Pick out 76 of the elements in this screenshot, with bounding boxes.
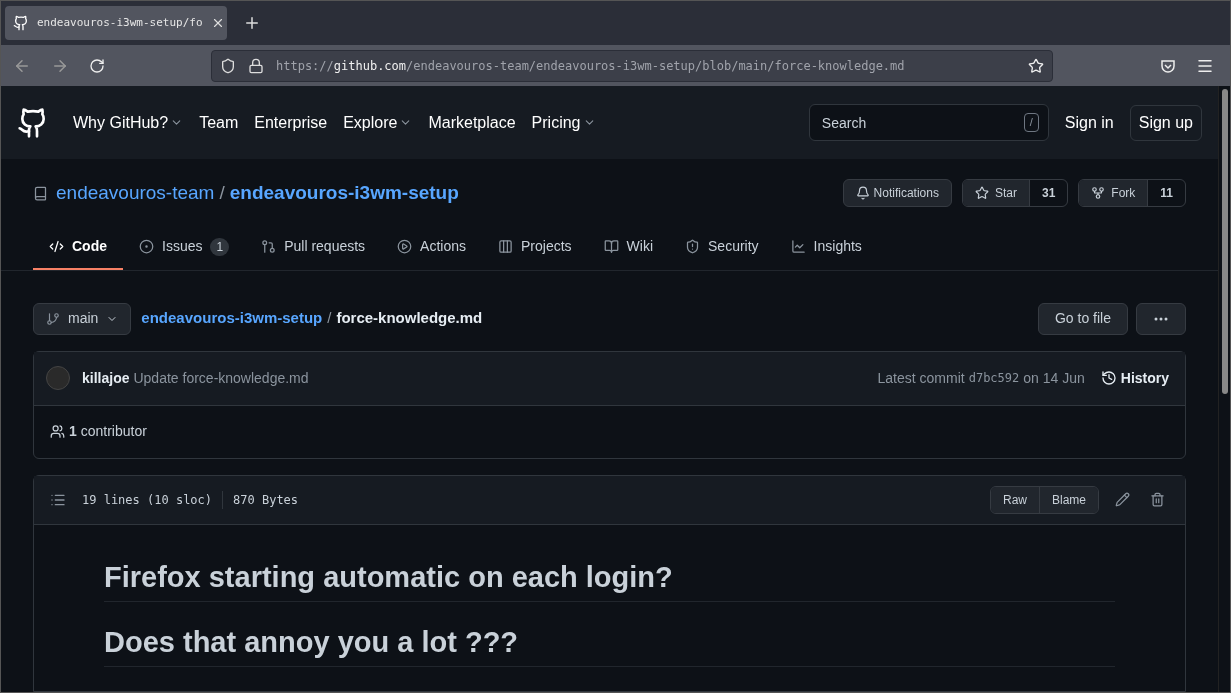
nav-link[interactable]: Enterprise <box>254 110 328 135</box>
latest-commit-label: Latest commit <box>877 368 965 388</box>
file-size: 870 Bytes <box>233 491 299 509</box>
more-icon <box>1154 316 1168 321</box>
branch-icon <box>46 311 60 326</box>
nav-link[interactable]: Explore <box>343 110 413 135</box>
github-icon <box>13 15 29 31</box>
nav-link[interactable]: Team <box>199 110 239 135</box>
raw-button[interactable]: Raw <box>990 486 1039 513</box>
people-icon <box>50 424 65 439</box>
code-icon <box>49 239 64 254</box>
author-link[interactable]: killajoe <box>82 367 130 389</box>
commit-date: on 14 Jun <box>1023 368 1085 388</box>
fork-icon <box>1091 186 1106 201</box>
file-name: force-knowledge.md <box>336 308 483 329</box>
repo-tab[interactable]: Projects <box>482 225 588 270</box>
columns-icon <box>498 239 513 254</box>
path-separator: / <box>219 181 225 205</box>
delete-icon[interactable] <box>1150 492 1165 507</box>
bookmark-star-icon[interactable] <box>1028 57 1044 74</box>
count-badge: 1 <box>210 237 230 256</box>
commit-message[interactable]: Update force-knowledge.md <box>133 367 309 389</box>
fork-button[interactable]: Fork <box>1079 180 1148 207</box>
notifications-button[interactable]: Notifications <box>842 179 952 208</box>
pull-request-icon <box>261 239 277 254</box>
star-button[interactable]: Star <box>962 180 1029 207</box>
shield-icon[interactable] <box>220 57 236 74</box>
nav-link[interactable]: Pricing <box>531 110 596 135</box>
play-icon <box>397 239 413 254</box>
star-count[interactable]: 31 <box>1028 180 1068 207</box>
address-bar[interactable]: https://github.com/endeavouros-team/endeavouros-i3wm-setup/blob/main/force-knowledge.md <box>211 49 1053 82</box>
fork-count[interactable]: 11 <box>1147 180 1185 207</box>
repo-icon <box>33 185 48 201</box>
new-tab-icon[interactable] <box>243 14 261 32</box>
repo-tab[interactable]: Actions <box>381 225 482 270</box>
more-button[interactable] <box>1136 302 1186 335</box>
sign-up-button[interactable]: Sign up <box>1129 104 1202 141</box>
keyboard-shortcut: / <box>1023 113 1039 132</box>
commit-sha-link[interactable]: d7bc592 <box>968 369 1020 387</box>
tab-title: endeavouros-i3wm-setup/fo <box>37 14 203 31</box>
repo-tab[interactable]: Pull requests <box>245 225 382 270</box>
repo-tab[interactable]: Wiki <box>587 225 670 270</box>
reload-icon[interactable] <box>89 57 105 74</box>
repo-tab[interactable]: Security <box>669 225 775 270</box>
markdown-heading: Firefox starting automatic on each login? <box>104 558 1115 602</box>
pocket-icon[interactable] <box>1160 57 1176 74</box>
book-icon <box>603 239 619 254</box>
circle-dot-icon <box>139 239 154 254</box>
nav-link[interactable]: Marketplace <box>428 110 516 135</box>
history-link[interactable]: History <box>1100 367 1169 389</box>
contributors-link[interactable]: 1 contributor <box>69 421 147 442</box>
blame-button[interactable]: Blame <box>1039 486 1098 513</box>
url-text: https://github.com/endeavouros-team/endeavouros-i3wm-setup/blob/main/force-knowledge.md <box>276 57 906 75</box>
graph-icon <box>790 239 806 254</box>
repo-tab[interactable]: Code <box>33 225 123 270</box>
go-to-file-button[interactable]: Go to file <box>1037 302 1128 335</box>
star-icon <box>974 186 989 201</box>
bell-icon <box>855 186 870 201</box>
repo-tab[interactable]: Insights <box>774 225 878 270</box>
repo-tab[interactable]: Issues 1 <box>123 225 246 270</box>
browser-tab[interactable]: endeavouros-i3wm-setup/fo <box>5 6 227 40</box>
line-count: 19 lines (10 sloc) <box>82 490 224 509</box>
sign-in-link[interactable]: Sign in <box>1064 110 1114 135</box>
markdown-heading: Does that annoy you a lot ??? <box>104 623 1115 667</box>
nav-link[interactable]: Why GitHub? <box>73 110 184 135</box>
lock-icon[interactable] <box>248 57 264 74</box>
owner-link[interactable]: endeavouros-team <box>56 179 215 208</box>
repo-name-link[interactable]: endeavouros-i3wm-setup <box>229 179 459 208</box>
scrollbar-thumb[interactable] <box>1221 89 1228 394</box>
edit-icon[interactable] <box>1115 492 1130 507</box>
history-icon <box>1100 370 1117 386</box>
path-separator: / <box>327 308 332 329</box>
branch-button[interactable]: main <box>33 302 132 335</box>
shield-icon <box>685 239 701 254</box>
avatar <box>46 366 70 390</box>
repo-link[interactable]: endeavouros-i3wm-setup <box>141 307 323 330</box>
